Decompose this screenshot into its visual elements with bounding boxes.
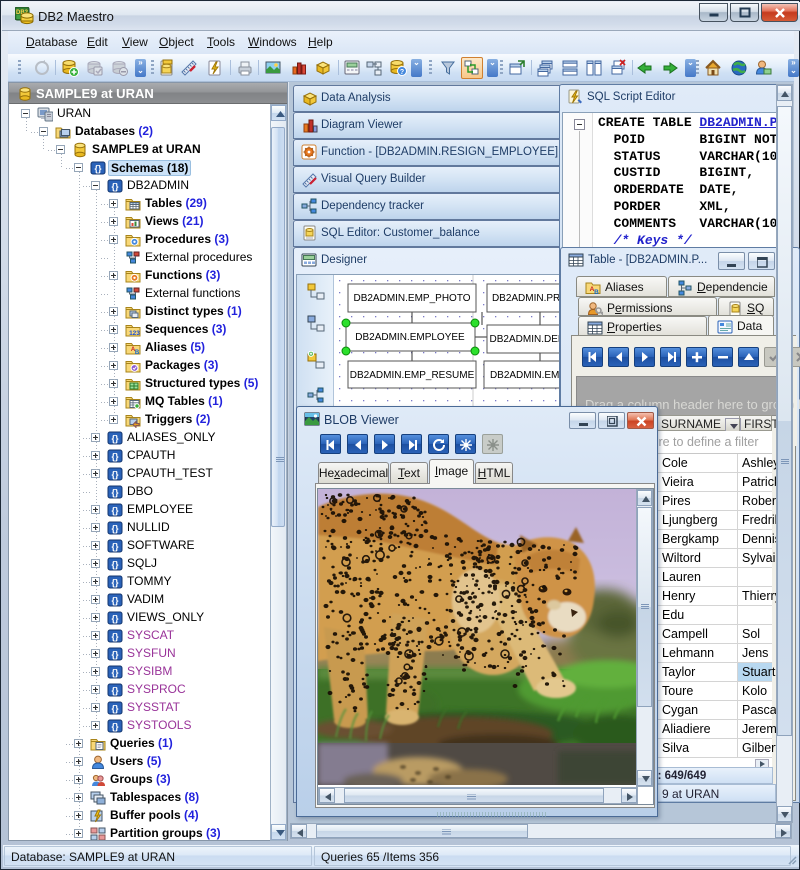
svg-text:{}: {} (111, 578, 119, 588)
svg-text:DB2ADMIN.PRO: DB2ADMIN.PRO (492, 293, 567, 304)
svg-text:{}: {} (94, 164, 102, 174)
svg-text:{}: {} (111, 182, 119, 192)
svg-text:{}: {} (111, 722, 119, 732)
svg-text:{}: {} (111, 668, 119, 678)
svg-text:{}: {} (111, 704, 119, 714)
svg-text:{}: {} (111, 614, 119, 624)
svg-text:B: B (135, 350, 140, 356)
svg-text:{}: {} (111, 452, 119, 462)
svg-text:{}: {} (111, 560, 119, 570)
svg-text:{}: {} (111, 434, 119, 444)
svg-text:?: ? (400, 69, 404, 76)
svg-text:{}: {} (111, 506, 119, 516)
svg-text:{}: {} (111, 542, 119, 552)
svg-text:{}: {} (111, 686, 119, 696)
svg-text:{}: {} (111, 596, 119, 606)
svg-text:DB2ADMIN.EMP_PHOTO: DB2ADMIN.EMP_PHOTO (353, 293, 470, 304)
svg-text:{}: {} (111, 524, 119, 534)
svg-text:DB2ADMIN.EMP: DB2ADMIN.EMP (490, 370, 566, 381)
svg-text:{}: {} (111, 470, 119, 480)
svg-text:DB2ADMIN.DEPA: DB2ADMIN.DEPA (490, 334, 567, 345)
svg-text:B: B (594, 289, 599, 296)
svg-text:{}: {} (111, 632, 119, 642)
svg-text:{}: {} (111, 650, 119, 660)
svg-text:DB2ADMIN.EMPLOYEE: DB2ADMIN.EMPLOYEE (355, 332, 465, 343)
svg-text:123: 123 (129, 330, 140, 337)
svg-text:DB2ADMIN.EMP_RESUME: DB2ADMIN.EMP_RESUME (350, 370, 475, 381)
svg-text:{}: {} (111, 488, 119, 498)
